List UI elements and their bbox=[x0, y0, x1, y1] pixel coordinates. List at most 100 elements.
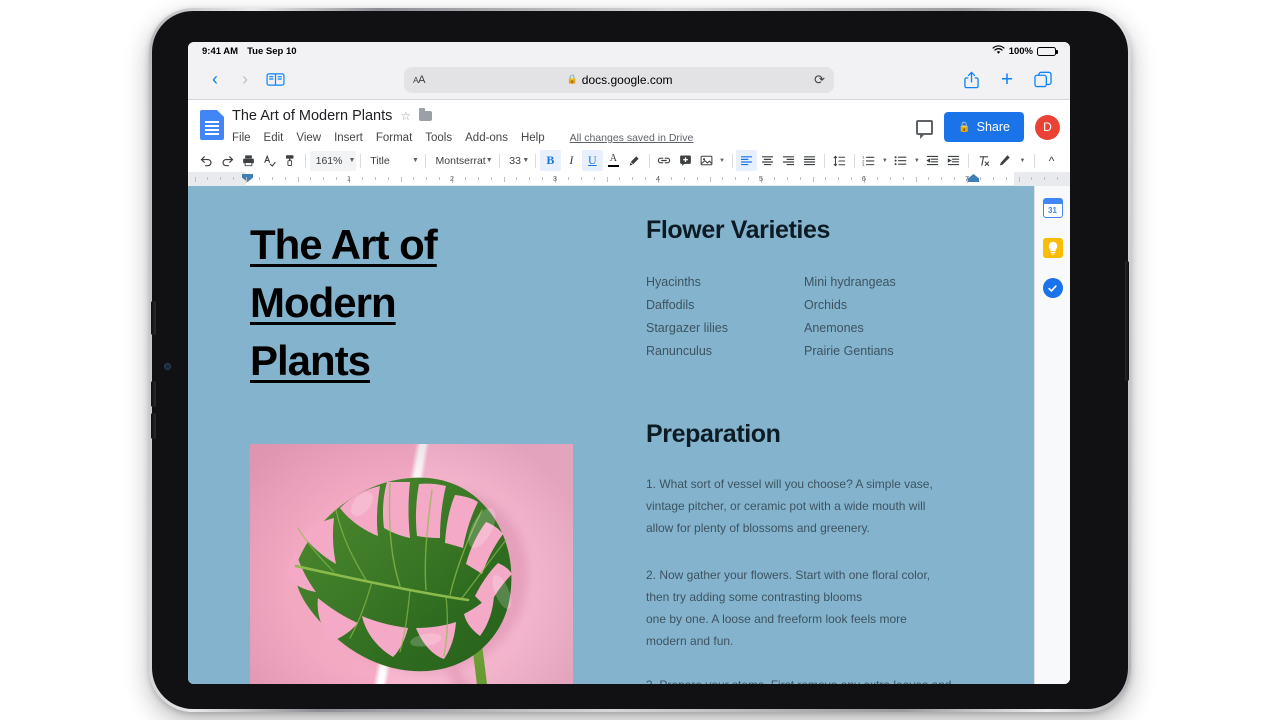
ruler-tick bbox=[928, 177, 929, 180]
ruler-tick bbox=[439, 177, 440, 180]
menu-tools[interactable]: Tools bbox=[425, 132, 452, 144]
caret-down-icon: ▼ bbox=[412, 157, 419, 164]
line-spacing-icon[interactable] bbox=[829, 150, 850, 171]
add-comment-icon[interactable] bbox=[675, 150, 696, 171]
page-settings-aa-button[interactable]: AA bbox=[413, 74, 425, 86]
avatar[interactable]: D bbox=[1035, 115, 1060, 140]
bulleted-list-icon[interactable] bbox=[890, 150, 911, 171]
italic-button[interactable]: I bbox=[561, 150, 582, 171]
preparation-heading[interactable]: Preparation bbox=[646, 420, 972, 449]
document-page[interactable]: The Art of Modern Plants bbox=[188, 186, 1034, 684]
plus-icon[interactable]: + bbox=[992, 65, 1022, 95]
align-justify-icon[interactable] bbox=[799, 150, 820, 171]
caret-down-icon: ▼ bbox=[348, 157, 355, 164]
spellcheck-icon[interactable] bbox=[259, 150, 280, 171]
align-right-icon[interactable] bbox=[778, 150, 799, 171]
doc-title[interactable]: The Art of Modern Plants bbox=[232, 108, 392, 124]
google-docs-icon[interactable] bbox=[200, 110, 224, 140]
monstera-leaf-image[interactable] bbox=[250, 444, 573, 684]
caret-down-icon[interactable]: ▼ bbox=[1017, 150, 1028, 171]
power-button[interactable] bbox=[151, 301, 156, 335]
reload-icon[interactable]: ⟳ bbox=[814, 72, 825, 88]
share-icon[interactable] bbox=[956, 65, 986, 95]
list-item[interactable]: Stargazer lilies bbox=[646, 321, 804, 335]
print-icon[interactable] bbox=[238, 150, 259, 171]
volume-down-button[interactable] bbox=[151, 413, 156, 439]
paragraph-style-select[interactable]: Title ▼ bbox=[364, 151, 421, 171]
preparation-step-3[interactable]: 3. Prepare your stems. First remove any … bbox=[646, 674, 972, 684]
tabs-icon[interactable] bbox=[1028, 65, 1058, 95]
flower-varieties-heading[interactable]: Flower Varieties bbox=[646, 216, 972, 245]
menu-edit[interactable]: Edit bbox=[264, 132, 284, 144]
caret-down-icon[interactable]: ▼ bbox=[879, 150, 890, 171]
font-family-select[interactable]: Montserrat ▼ bbox=[430, 151, 495, 171]
toolbar-divider bbox=[305, 154, 306, 168]
flower-varieties-list: Hyacinths Mini hydrangeas Daffodils Orch… bbox=[646, 275, 972, 358]
address-bar[interactable]: AA 🔒 docs.google.com ⟳ bbox=[404, 67, 834, 93]
menu-view[interactable]: View bbox=[296, 132, 321, 144]
list-item[interactable]: Ranunculus bbox=[646, 344, 804, 358]
share-button[interactable]: 🔒 Share bbox=[944, 112, 1024, 142]
underline-button[interactable]: U bbox=[582, 150, 603, 171]
align-left-icon[interactable] bbox=[736, 150, 757, 171]
back-icon[interactable]: ‹ bbox=[200, 65, 230, 95]
list-item[interactable]: Prairie Gentians bbox=[804, 344, 972, 358]
google-keep-icon[interactable] bbox=[1043, 238, 1063, 258]
list-item[interactable]: Anemones bbox=[804, 321, 972, 335]
list-item[interactable]: Hyacinths bbox=[646, 275, 804, 289]
google-tasks-icon[interactable] bbox=[1043, 278, 1063, 298]
insert-image-icon[interactable] bbox=[696, 150, 717, 171]
ruler-tick bbox=[800, 177, 801, 180]
forward-icon[interactable]: › bbox=[230, 65, 260, 95]
google-calendar-icon[interactable]: 31 bbox=[1043, 198, 1063, 218]
text-color-button[interactable]: A bbox=[603, 150, 624, 171]
highlight-pen-icon[interactable] bbox=[624, 150, 645, 171]
clear-formatting-icon[interactable] bbox=[973, 150, 994, 171]
menu-file[interactable]: File bbox=[232, 132, 251, 144]
right-indent-marker[interactable] bbox=[968, 174, 979, 182]
preparation-step-1[interactable]: 1. What sort of vessel will you choose? … bbox=[646, 473, 972, 540]
ruler-tick bbox=[671, 177, 672, 180]
bold-button[interactable]: B bbox=[540, 150, 561, 171]
volume-up-button[interactable] bbox=[151, 381, 156, 407]
paint-format-icon[interactable] bbox=[280, 150, 301, 171]
menu-add-ons[interactable]: Add-ons bbox=[465, 132, 508, 144]
zoom-select[interactable]: 161% ▼ bbox=[310, 151, 356, 171]
caret-down-icon[interactable]: ▼ bbox=[717, 150, 728, 171]
ruler-tick bbox=[748, 177, 749, 180]
ruler-tick bbox=[465, 177, 466, 180]
undo-icon[interactable] bbox=[196, 150, 217, 171]
insert-link-icon[interactable] bbox=[654, 150, 675, 171]
document-ruler[interactable]: 1234567 bbox=[188, 172, 1070, 186]
list-item[interactable]: Orchids bbox=[804, 298, 972, 312]
increase-indent-icon[interactable] bbox=[943, 150, 964, 171]
align-center-icon[interactable] bbox=[757, 150, 778, 171]
ios-status-bar: 9:41 AM Tue Sep 10 100% bbox=[188, 42, 1070, 60]
font-size-select[interactable]: 33 ▼ bbox=[503, 151, 531, 171]
document-scroll-area[interactable]: The Art of Modern Plants bbox=[188, 186, 1070, 684]
toolbar-divider bbox=[425, 154, 426, 168]
caret-down-icon[interactable]: ▼ bbox=[911, 150, 922, 171]
numbered-list-icon[interactable]: 1 2 3 bbox=[858, 150, 879, 171]
preparation-step-2[interactable]: 2. Now gather your flowers. Start with o… bbox=[646, 564, 972, 653]
menu-format[interactable]: Format bbox=[376, 132, 412, 144]
ruler-number: 2 bbox=[450, 174, 454, 183]
list-item[interactable]: Mini hydrangeas bbox=[804, 275, 972, 289]
save-status-label[interactable]: All changes saved in Drive bbox=[570, 132, 694, 144]
toolbar-divider bbox=[732, 154, 733, 168]
redo-icon[interactable] bbox=[217, 150, 238, 171]
edit-pencil-icon[interactable] bbox=[994, 150, 1015, 171]
star-outline-icon[interactable]: ☆ bbox=[400, 109, 411, 123]
book-sidebar-icon[interactable] bbox=[260, 65, 290, 95]
ruler-tick bbox=[272, 177, 273, 180]
document-title-heading[interactable]: The Art of Modern Plants bbox=[250, 216, 518, 390]
decrease-indent-icon[interactable] bbox=[922, 150, 943, 171]
menu-insert[interactable]: Insert bbox=[334, 132, 363, 144]
comment-history-icon[interactable] bbox=[916, 120, 933, 135]
chevron-up-icon[interactable]: ^ bbox=[1041, 150, 1062, 171]
move-to-folder-icon[interactable] bbox=[419, 111, 432, 121]
menu-help[interactable]: Help bbox=[521, 132, 545, 144]
url-display[interactable]: 🔒 docs.google.com bbox=[425, 73, 814, 87]
ruler-tick bbox=[568, 177, 569, 180]
list-item[interactable]: Daffodils bbox=[646, 298, 804, 312]
